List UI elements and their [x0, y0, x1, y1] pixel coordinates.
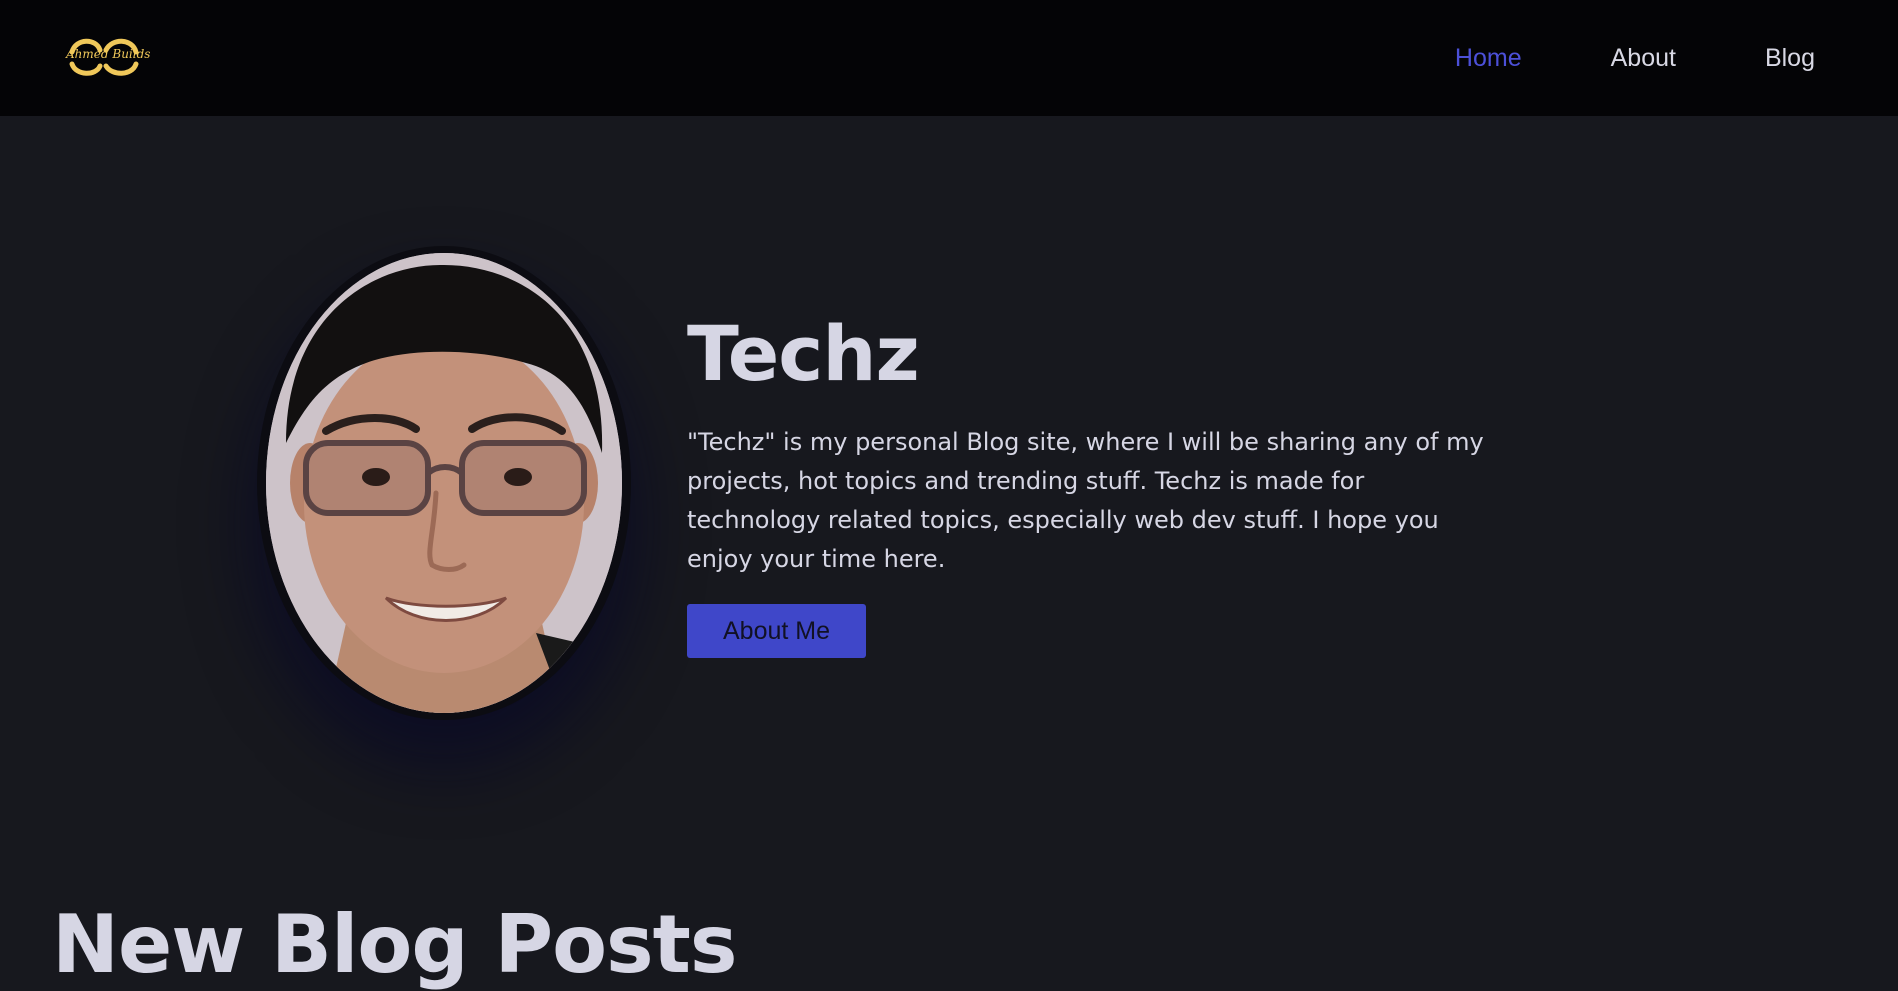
main-nav: Home About Blog	[1455, 0, 1815, 116]
intro-block: Techz "Techz" is my personal Blog site, …	[687, 316, 1507, 658]
nav-blog-link[interactable]: Blog	[1765, 44, 1815, 73]
profile-photo	[266, 253, 622, 713]
navbar: Ahmed Builds Home About Blog	[0, 0, 1898, 116]
avatar-frame	[257, 246, 631, 720]
logo-text: Ahmed Builds	[66, 47, 151, 61]
new-blog-posts-heading: New Blog Posts	[52, 898, 738, 991]
nav-home-link[interactable]: Home	[1455, 44, 1522, 73]
about-me-button[interactable]: About Me	[687, 604, 866, 658]
avatar	[266, 253, 622, 713]
hero-section: Techz "Techz" is my personal Blog site, …	[0, 116, 1898, 991]
hero-title: Techz	[687, 309, 920, 398]
nav-about-link[interactable]: About	[1611, 44, 1676, 73]
site-logo[interactable]: Ahmed Builds	[66, 34, 151, 80]
hero-description: "Techz" is my personal Blog site, where …	[687, 428, 1484, 573]
